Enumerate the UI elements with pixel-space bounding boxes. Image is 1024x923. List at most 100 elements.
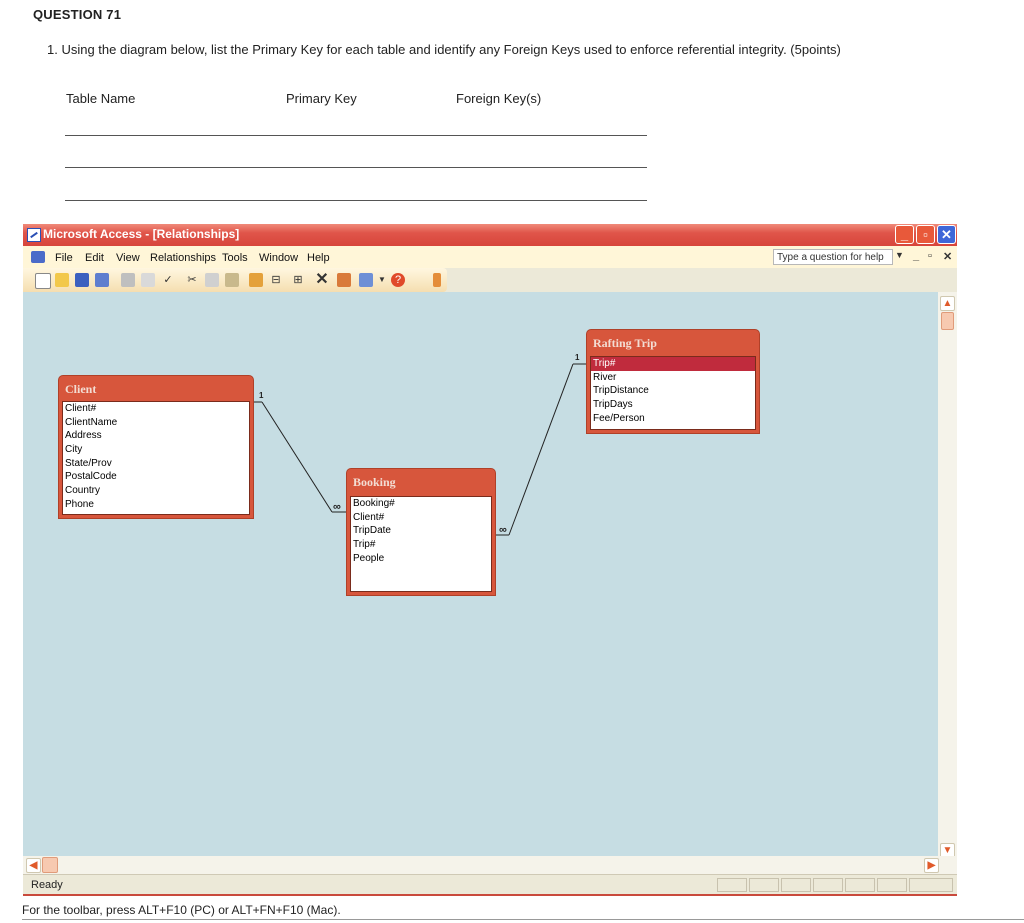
save-icon[interactable]	[75, 273, 89, 287]
status-pane	[813, 878, 843, 892]
mdi-minimize-button[interactable]: _	[913, 250, 919, 262]
table-booking[interactable]: Booking Booking# Client# TripDate Trip# …	[346, 468, 496, 596]
field-list: Trip# River TripDistance TripDays Fee/Pe…	[590, 356, 756, 430]
horizontal-scrollbar[interactable]: ◀ ▶	[23, 856, 957, 874]
column-header-primary-key: Primary Key	[286, 91, 357, 106]
status-pane	[909, 878, 953, 892]
database-window-icon[interactable]	[337, 273, 351, 287]
status-pane	[781, 878, 811, 892]
field-fee-person[interactable]: Fee/Person	[591, 412, 755, 426]
menu-tools[interactable]: Tools	[222, 252, 248, 264]
vertical-scroll-thumb[interactable]	[941, 312, 954, 330]
chevron-left-icon[interactable]: ◀	[26, 858, 41, 873]
chevron-down-icon[interactable]: ▼	[895, 250, 904, 260]
chevron-up-icon[interactable]: ▲	[940, 296, 955, 311]
table-title: Client	[65, 382, 97, 396]
status-bar: Ready	[23, 874, 957, 895]
footer-divider	[22, 919, 1024, 920]
help-search-input[interactable]: Type a question for help	[773, 249, 893, 265]
mdi-restore-button[interactable]: ▫	[928, 250, 932, 262]
field-booking-id[interactable]: Booking#	[351, 497, 491, 511]
mdi-close-button[interactable]: ✕	[943, 250, 952, 263]
access-window: Microsoft Access - [Relationships] _ ▫ ✕…	[23, 224, 957, 896]
field-trip-id[interactable]: Trip#	[591, 357, 755, 371]
title-bar: Microsoft Access - [Relationships] _ ▫ ✕	[23, 224, 957, 246]
table-client[interactable]: Client Client# ClientName Address City S…	[58, 375, 254, 519]
column-header-foreign-keys: Foreign Key(s)	[456, 91, 542, 106]
field-client-id[interactable]: Client#	[351, 511, 491, 525]
new-icon[interactable]	[35, 273, 51, 289]
field-people[interactable]: People	[351, 552, 491, 566]
trip-booking-line	[508, 363, 574, 536]
menu-help[interactable]: Help	[307, 252, 330, 264]
new-object-icon[interactable]	[359, 273, 373, 287]
status-pane	[845, 878, 875, 892]
field-river[interactable]: River	[591, 371, 755, 385]
table-rafting-trip[interactable]: Rafting Trip Trip# River TripDistance Tr…	[586, 329, 760, 434]
field-phone[interactable]: Phone	[63, 498, 249, 512]
open-folder-icon[interactable]	[55, 273, 69, 287]
field-city[interactable]: City	[63, 443, 249, 457]
show-direct-icon[interactable]: ⊟	[269, 273, 283, 287]
search-icon[interactable]	[95, 273, 109, 287]
field-address[interactable]: Address	[63, 429, 249, 443]
status-text: Ready	[31, 879, 63, 891]
toolbar-options-icon[interactable]	[433, 273, 441, 287]
access-app-icon	[27, 228, 41, 242]
menu-view[interactable]: View	[116, 252, 140, 264]
field-postal-code[interactable]: PostalCode	[63, 470, 249, 484]
column-header-table-name: Table Name	[66, 91, 136, 106]
status-pane	[717, 878, 747, 892]
delete-icon[interactable]: ✕	[315, 272, 329, 288]
window-title: Microsoft Access - [Relationships]	[43, 227, 240, 241]
chevron-down-icon[interactable]: ▼	[375, 273, 389, 287]
toolbar-hint: For the toolbar, press ALT+F10 (PC) or A…	[22, 903, 341, 917]
many-side-label: ∞	[333, 501, 341, 513]
answer-line-1	[65, 135, 647, 136]
table-title: Rafting Trip	[593, 336, 657, 350]
table-title: Booking	[353, 475, 396, 489]
spelling-icon[interactable]: ✓	[161, 273, 175, 287]
show-table-icon[interactable]	[249, 273, 263, 287]
menu-file[interactable]: File	[55, 252, 73, 264]
answer-line-3	[65, 200, 647, 201]
toolbar: ✓ ✂ ⊟ ⊞ ✕ ▼ ?	[23, 268, 447, 292]
field-client-name[interactable]: ClientName	[63, 416, 249, 430]
question-title: QUESTION 71	[33, 7, 122, 22]
horizontal-scroll-thumb[interactable]	[42, 857, 58, 873]
print-preview-icon[interactable]	[141, 273, 155, 287]
minimize-button[interactable]: _	[895, 225, 914, 244]
relationships-canvas[interactable]: 1 ∞ 1 ∞ Client Client# ClientName Addres…	[23, 292, 938, 856]
field-list: Client# ClientName Address City State/Pr…	[62, 401, 250, 515]
maximize-button[interactable]: ▫	[916, 225, 935, 244]
close-button[interactable]: ✕	[937, 225, 956, 244]
field-list: Booking# Client# TripDate Trip# People	[350, 496, 492, 592]
field-state-prov[interactable]: State/Prov	[63, 457, 249, 471]
field-trip-days[interactable]: TripDays	[591, 398, 755, 412]
chevron-right-icon[interactable]: ▶	[924, 858, 939, 873]
status-accent-line	[23, 894, 957, 896]
menu-relationships[interactable]: Relationships	[150, 252, 216, 264]
cut-icon[interactable]: ✂	[185, 273, 199, 287]
status-pane	[749, 878, 779, 892]
menu-window[interactable]: Window	[259, 252, 298, 264]
field-trip-date[interactable]: TripDate	[351, 524, 491, 538]
paste-icon[interactable]	[225, 273, 239, 287]
field-client-id[interactable]: Client#	[63, 402, 249, 416]
show-all-icon[interactable]: ⊞	[291, 273, 305, 287]
help-icon[interactable]: ?	[391, 273, 405, 287]
copy-icon[interactable]	[205, 273, 219, 287]
print-icon[interactable]	[121, 273, 135, 287]
field-trip-distance[interactable]: TripDistance	[591, 384, 755, 398]
field-country[interactable]: Country	[63, 484, 249, 498]
vertical-scrollbar[interactable]: ▲ ▼	[938, 292, 957, 858]
menu-edit[interactable]: Edit	[85, 252, 104, 264]
client-booking-line	[261, 401, 333, 513]
answer-line-2	[65, 167, 647, 168]
one-side-label: 1	[575, 353, 580, 362]
many-side-label: ∞	[499, 524, 507, 536]
relationships-window-icon[interactable]	[31, 251, 45, 263]
field-trip-id[interactable]: Trip#	[351, 538, 491, 552]
question-text: 1. Using the diagram below, list the Pri…	[47, 42, 841, 57]
status-pane	[877, 878, 907, 892]
